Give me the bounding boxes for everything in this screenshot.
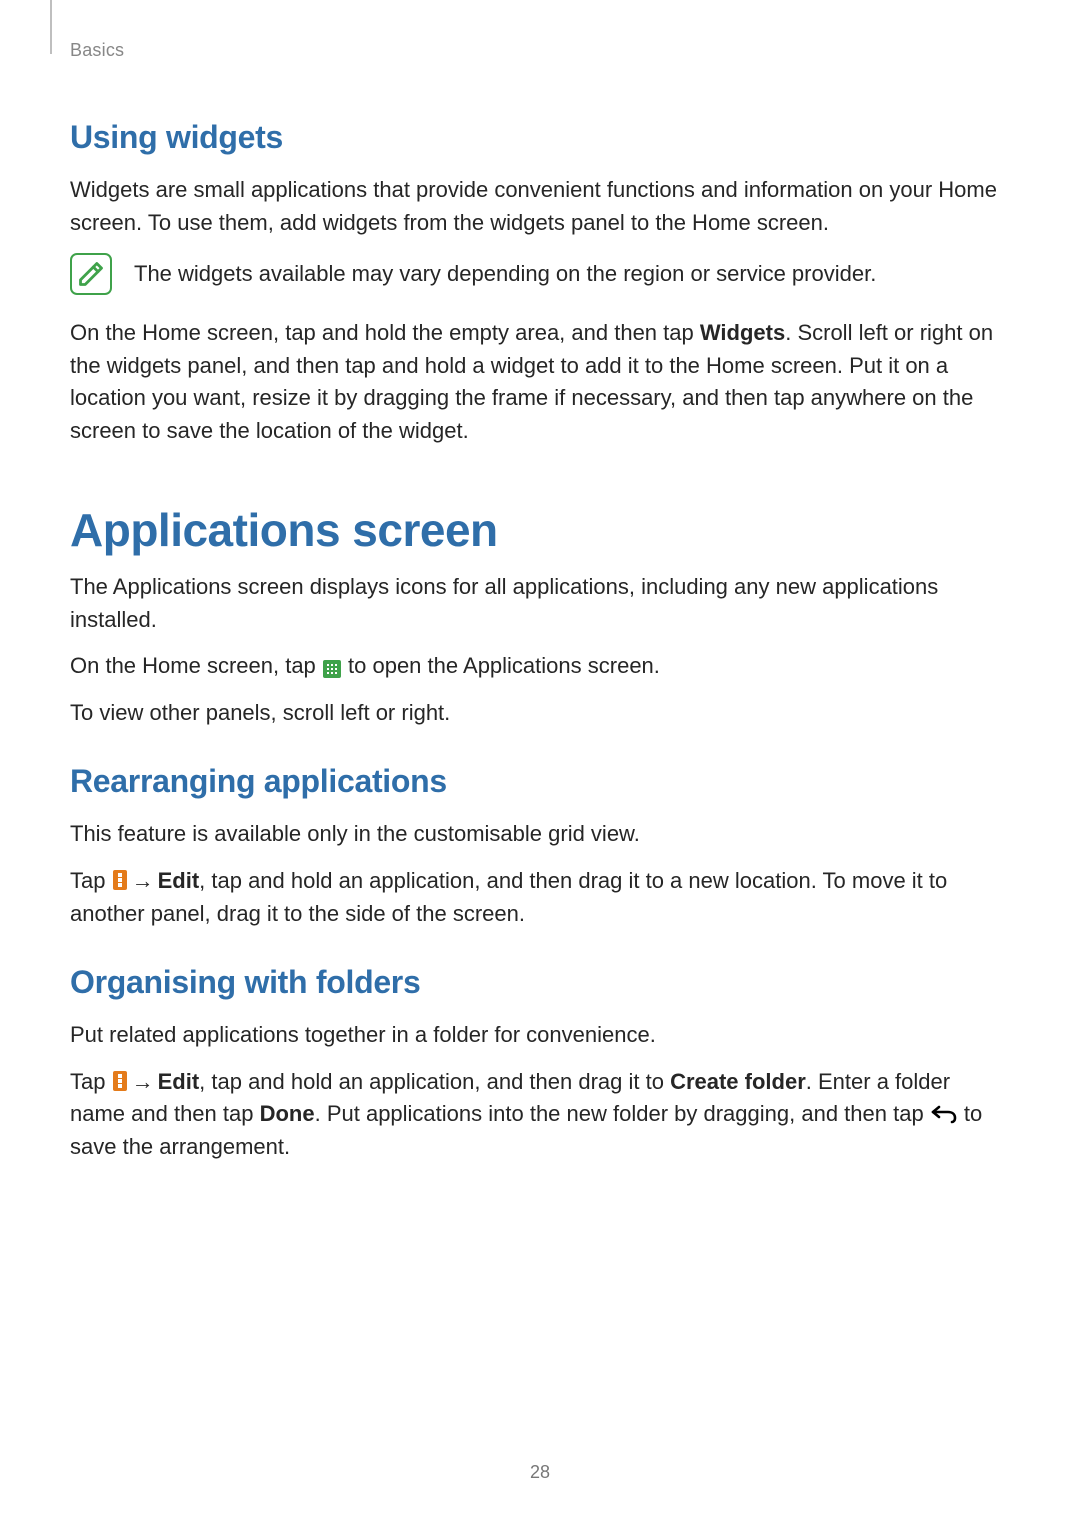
note-text: The widgets available may vary depending… <box>134 258 876 291</box>
text-fragment: On the Home screen, tap and hold the emp… <box>70 320 700 345</box>
done-label: Done <box>260 1101 315 1126</box>
text-fragment: , tap and hold an application, and then … <box>70 868 947 926</box>
widgets-instructions: On the Home screen, tap and hold the emp… <box>70 317 1010 447</box>
rearr-note: This feature is available only in the cu… <box>70 818 1010 851</box>
page-content: Basics Using widgets Widgets are small a… <box>0 0 1080 1163</box>
breadcrumb: Basics <box>70 40 1010 61</box>
heading-organising: Organising with folders <box>70 964 1010 1001</box>
text-fragment: . Put applications into the new folder b… <box>315 1101 930 1126</box>
widgets-bold-label: Widgets <box>700 320 785 345</box>
text-fragment: On the Home screen, tap <box>70 653 322 678</box>
page-number: 28 <box>0 1462 1080 1483</box>
org-intro: Put related applications together in a f… <box>70 1019 1010 1052</box>
rearr-instruction: Tap →Edit, tap and hold an application, … <box>70 865 1010 930</box>
heading-applications-screen: Applications screen <box>70 503 1010 557</box>
arrow-icon: → <box>132 1069 154 1094</box>
text-fragment: , tap and hold an application, and then … <box>199 1069 670 1094</box>
arrow-icon: → <box>132 868 154 893</box>
text-fragment: Tap <box>70 868 112 893</box>
create-folder-label: Create folder <box>670 1069 806 1094</box>
heading-rearranging: Rearranging applications <box>70 763 1010 800</box>
text-fragment: to open the Applications screen. <box>342 653 660 678</box>
apps-grid-icon <box>323 660 341 678</box>
apps-open-instruction: On the Home screen, tap to open the Appl… <box>70 650 1010 683</box>
menu-dots-icon <box>113 1071 127 1091</box>
header-divider <box>50 0 52 54</box>
note-icon <box>70 253 112 295</box>
text-fragment: Tap <box>70 1069 112 1094</box>
heading-using-widgets: Using widgets <box>70 119 1010 156</box>
widgets-intro-text: Widgets are small applications that prov… <box>70 174 1010 239</box>
apps-scroll-instruction: To view other panels, scroll left or rig… <box>70 697 1010 730</box>
org-instruction: Tap →Edit, tap and hold an application, … <box>70 1066 1010 1164</box>
back-icon <box>930 1103 958 1125</box>
menu-dots-icon <box>113 870 127 890</box>
edit-label: Edit <box>158 1069 200 1094</box>
apps-intro-text: The Applications screen displays icons f… <box>70 571 1010 636</box>
note-callout: The widgets available may vary depending… <box>70 253 1010 295</box>
edit-label: Edit <box>158 868 200 893</box>
